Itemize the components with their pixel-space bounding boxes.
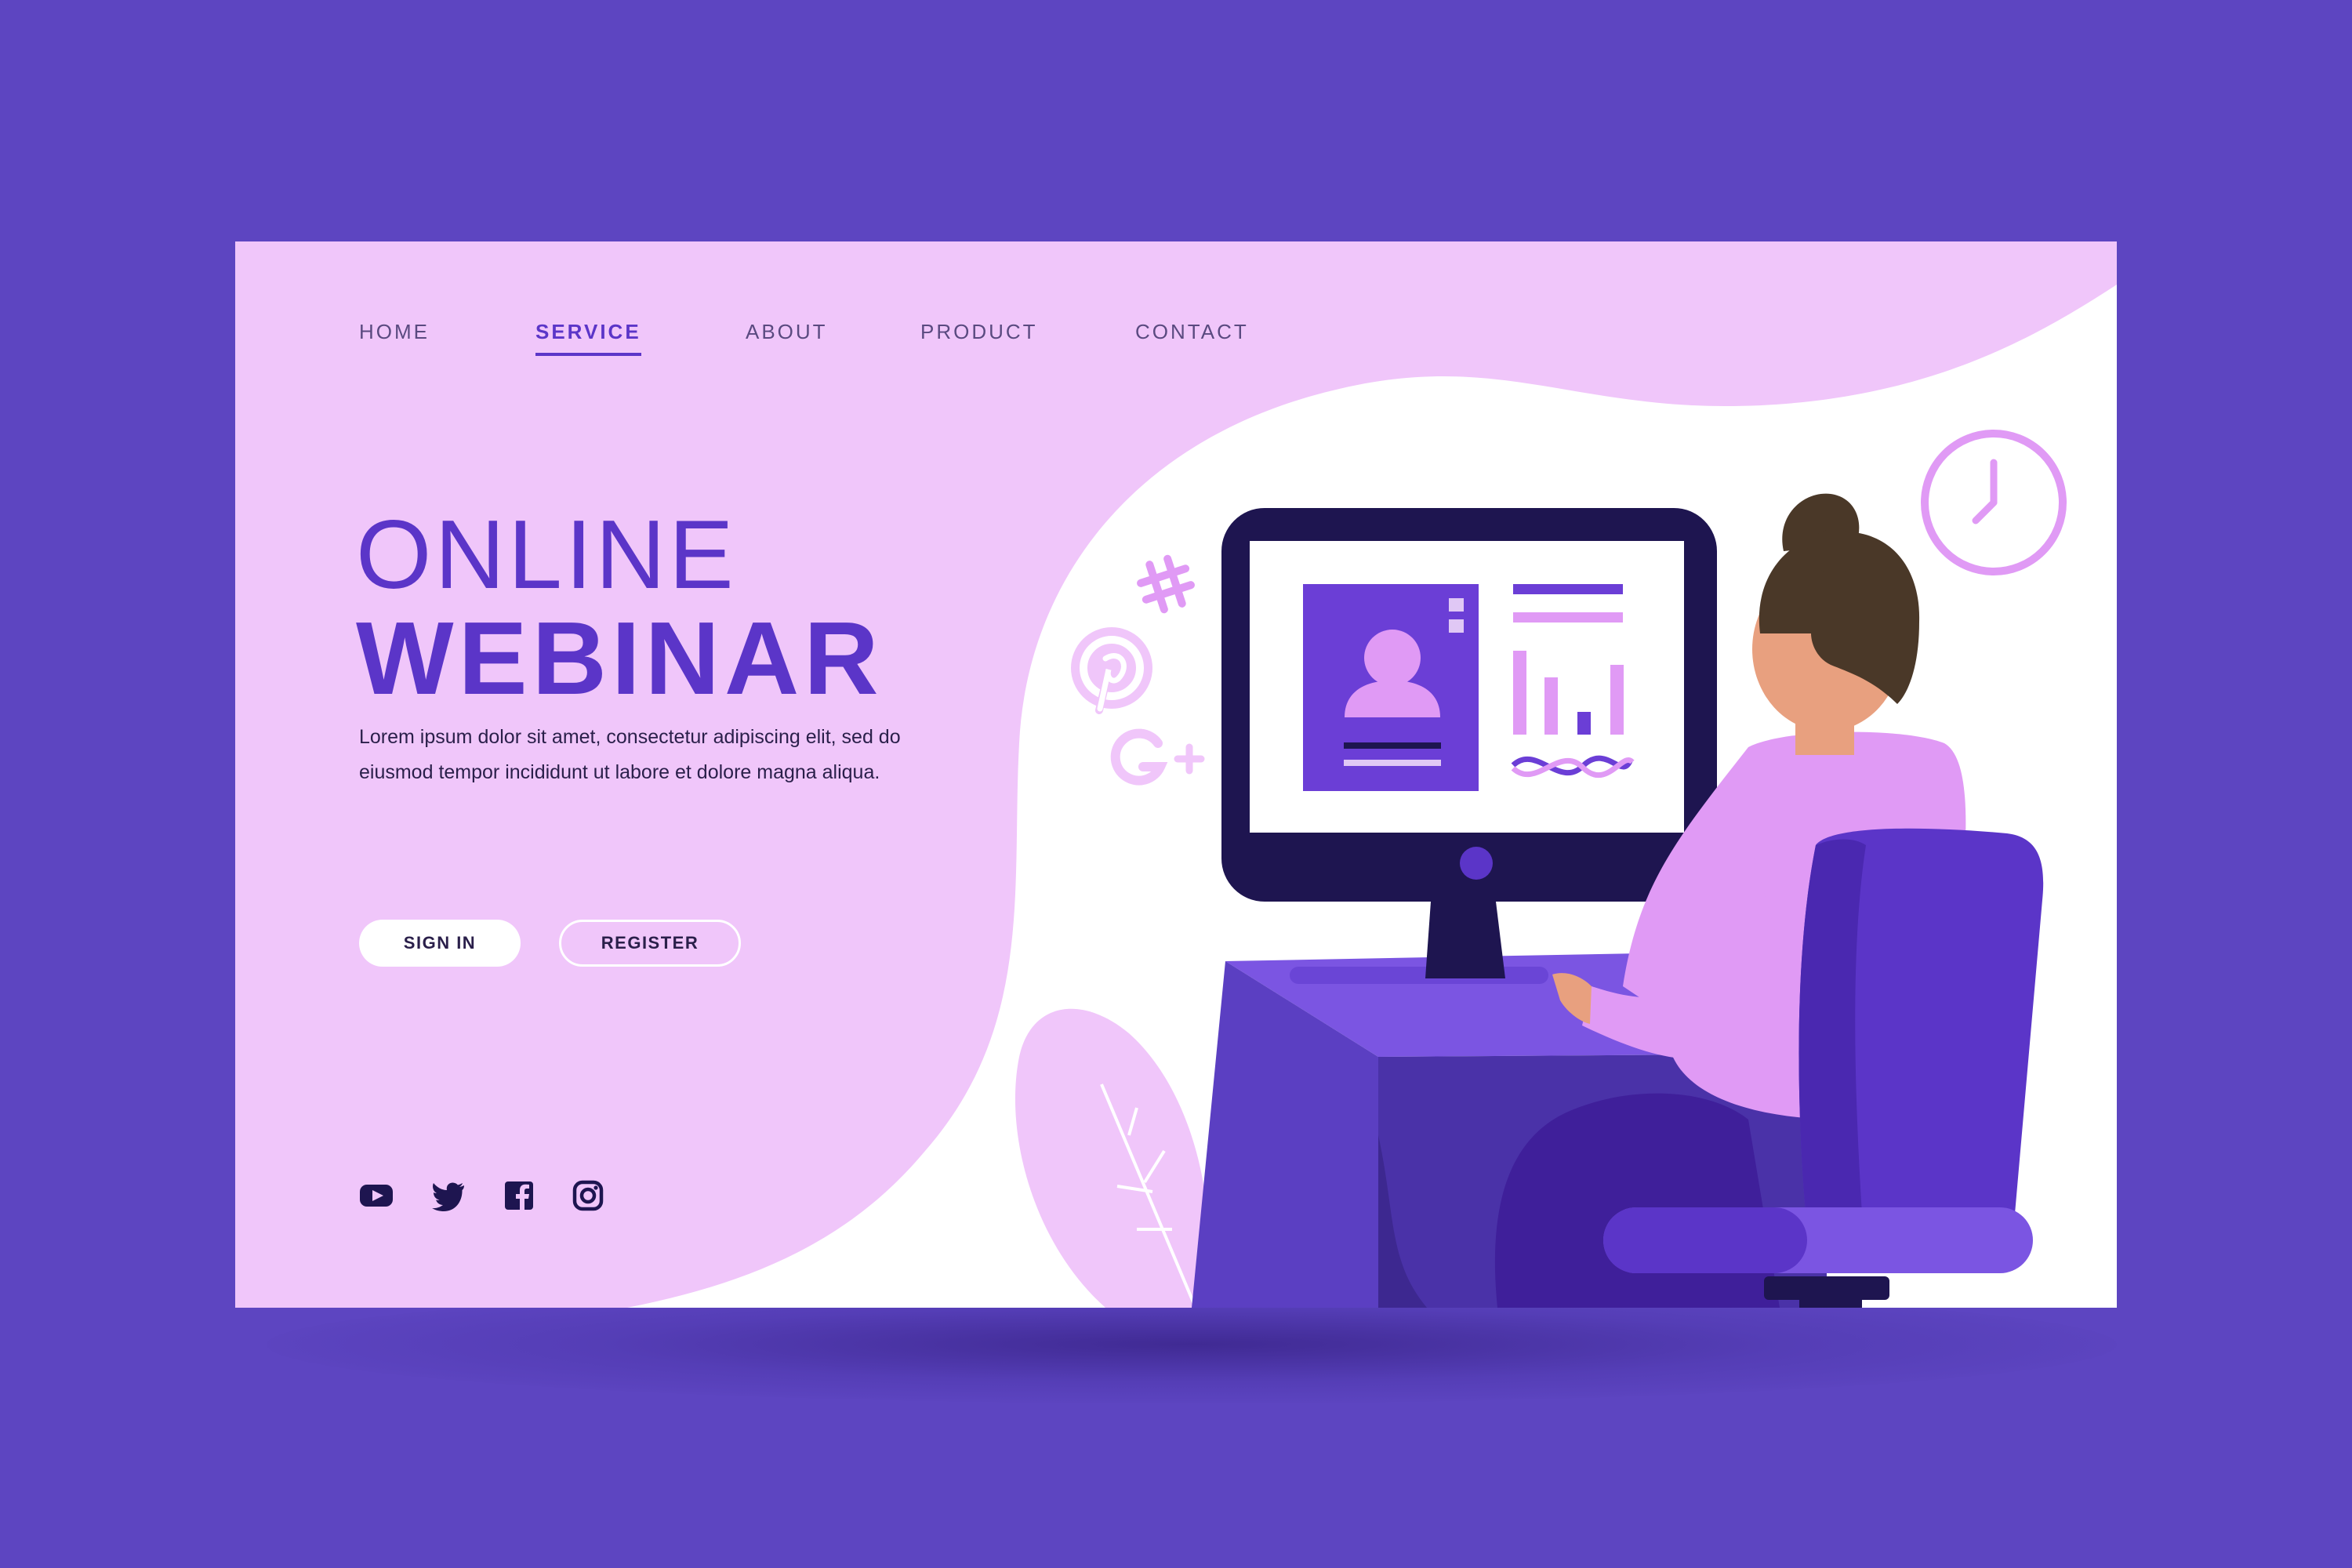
hashtag-icon <box>1137 554 1195 614</box>
google-plus-icon <box>1110 728 1205 786</box>
clock-icon <box>1921 430 2067 575</box>
pinterest-icon <box>1071 627 1152 714</box>
plant-leaf-decoration <box>1014 1008 1209 1308</box>
landing-page: HOME SERVICE ABOUT PRODUCT CONTACT ONLIN… <box>235 241 2117 1308</box>
webinar-illustration <box>1014 430 2067 1308</box>
computer-monitor <box>1221 508 1717 978</box>
